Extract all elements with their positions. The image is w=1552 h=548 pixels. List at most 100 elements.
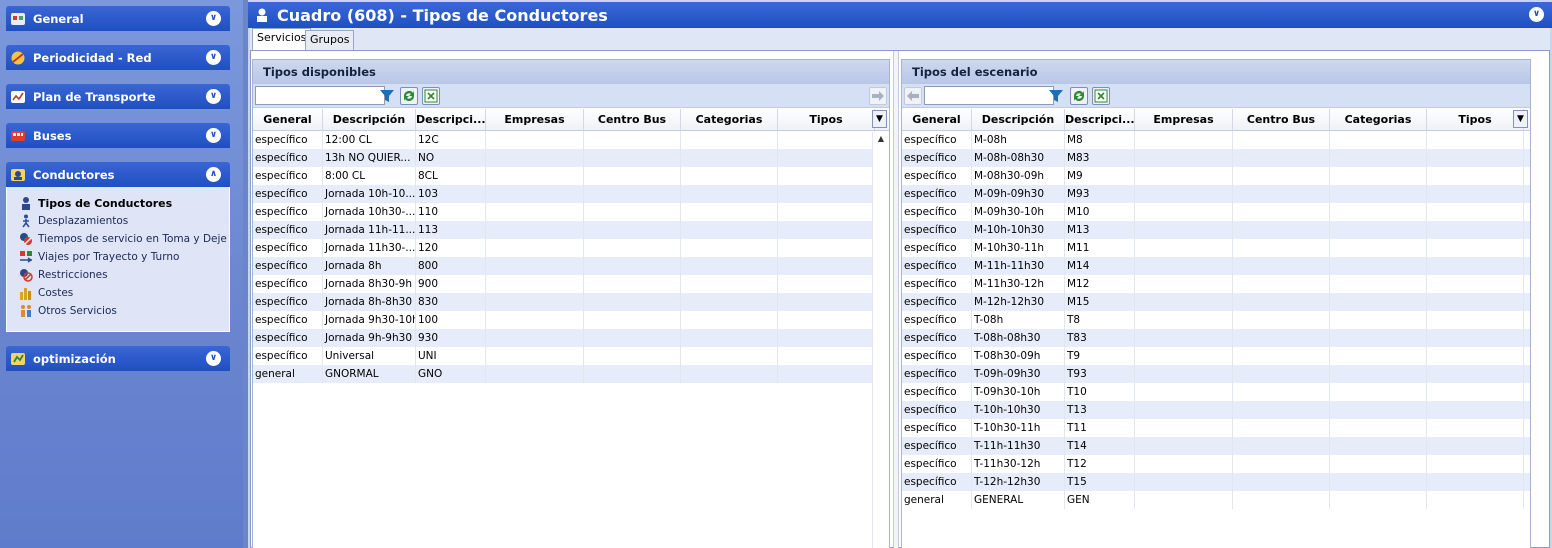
chevron-down-icon[interactable]: ∨ — [206, 50, 221, 65]
sidebar-item-restricciones[interactable]: Restricciones — [7, 266, 229, 284]
sidebar-item-tiempos-servicio[interactable]: Tiempos de servicio en Toma y Deje — [7, 230, 229, 248]
column-header[interactable]: Descripción — [972, 109, 1065, 130]
section-buses[interactable]: Buses ∨ — [6, 123, 230, 148]
table-cell — [1135, 131, 1233, 149]
filter-icon[interactable] — [1048, 88, 1064, 104]
excel-export-button[interactable] — [422, 87, 440, 105]
table-cell — [1233, 383, 1330, 401]
search-input[interactable] — [924, 86, 1054, 105]
filter-icon[interactable] — [379, 88, 395, 104]
table-cell — [778, 275, 875, 293]
table-row[interactable]: general GENERAL GEN — [902, 491, 1530, 509]
column-header[interactable]: Descripci... — [416, 109, 486, 130]
table-cell — [1135, 293, 1233, 311]
table-row[interactable]: específico M-09h30-10h M10 — [902, 203, 1530, 221]
table-row[interactable]: específico M-12h-12h30 M15 — [902, 293, 1530, 311]
table-row[interactable]: específico Jornada 11h-11... 113 — [253, 221, 889, 239]
table-cell: T-08h — [972, 311, 1065, 329]
column-header[interactable]: General — [902, 109, 972, 130]
excel-export-button[interactable] — [1092, 87, 1110, 105]
table-cell — [1233, 473, 1330, 491]
table-row[interactable]: específico Universal UNI — [253, 347, 889, 365]
tab-servicios[interactable]: Servicios — [252, 28, 312, 50]
search-input[interactable] — [255, 86, 385, 105]
chevron-down-icon[interactable]: ∨ — [206, 128, 221, 143]
section-periodicidad[interactable]: Periodicidad - Red ∨ — [6, 45, 230, 70]
column-header[interactable]: Centro Bus — [1233, 109, 1330, 130]
table-row[interactable]: específico T-11h30-12h T12 — [902, 455, 1530, 473]
table-row[interactable]: específico T-10h-10h30 T13 — [902, 401, 1530, 419]
column-header[interactable]: Descripci... — [1065, 109, 1135, 130]
section-general[interactable]: General ∨ — [6, 6, 230, 31]
table-row[interactable]: específico M-09h-09h30 M93 — [902, 185, 1530, 203]
table-row[interactable]: específico 8:00 CL 8CL — [253, 167, 889, 185]
table-row[interactable]: específico 12:00 CL 12C — [253, 131, 889, 149]
table-row[interactable]: específico T-10h30-11h T11 — [902, 419, 1530, 437]
remove-from-scenario-button[interactable] — [904, 87, 922, 105]
vertical-scrollbar[interactable]: ▲ — [872, 132, 889, 548]
chevron-down-icon[interactable]: ∨ — [206, 11, 221, 26]
table-cell: M-10h30-11h — [972, 239, 1065, 257]
table-cell: 900 — [416, 275, 486, 293]
table-row[interactable]: específico Jornada 8h30-9h 900 — [253, 275, 889, 293]
table-row[interactable]: específico M-10h-10h30 M13 — [902, 221, 1530, 239]
chevron-down-icon[interactable]: ∨ — [206, 351, 221, 366]
sidebar-item-costes[interactable]: Costes — [7, 284, 229, 302]
table-row[interactable]: específico T-08h-08h30 T83 — [902, 329, 1530, 347]
table-row[interactable]: específico M-08h M8 — [902, 131, 1530, 149]
column-header[interactable]: Descripción — [323, 109, 416, 130]
refresh-button[interactable] — [1070, 87, 1088, 105]
table-cell — [1427, 437, 1524, 455]
panel-splitter[interactable] — [893, 51, 899, 548]
table-row[interactable]: específico Jornada 10h30-... 110 — [253, 203, 889, 221]
column-menu-button[interactable]: ▼ — [872, 110, 887, 128]
column-header[interactable]: General — [253, 109, 323, 130]
table-row[interactable]: general GNORMAL GNO — [253, 365, 889, 383]
column-header[interactable]: Categorias — [1330, 109, 1427, 130]
table-row[interactable]: específico T-09h30-10h T10 — [902, 383, 1530, 401]
table-row[interactable]: específico M-08h30-09h M9 — [902, 167, 1530, 185]
table-row[interactable]: específico T-08h30-09h T9 — [902, 347, 1530, 365]
table-row[interactable]: específico T-12h-12h30 T15 — [902, 473, 1530, 491]
table-row[interactable]: específico M-11h30-12h M12 — [902, 275, 1530, 293]
section-plan-transporte[interactable]: Plan de Transporte ∨ — [6, 84, 230, 109]
tab-grupos[interactable]: Grupos — [305, 30, 355, 50]
section-optimizacion[interactable]: optimización ∨ — [6, 346, 230, 371]
chevron-down-icon[interactable]: ∨ — [1529, 7, 1544, 22]
table-cell — [1233, 257, 1330, 275]
chevron-down-icon[interactable]: ∨ — [206, 89, 221, 104]
table-cell: T14 — [1065, 437, 1135, 455]
scroll-up-icon[interactable]: ▲ — [873, 132, 889, 146]
table-row[interactable]: específico Jornada 9h30-10h 100 — [253, 311, 889, 329]
add-to-scenario-button[interactable] — [869, 87, 887, 105]
chevron-up-icon[interactable]: ∧ — [206, 167, 221, 182]
column-menu-button[interactable]: ▼ — [1513, 110, 1528, 128]
sidebar-item-viajes[interactable]: Viajes por Trayecto y Turno — [7, 248, 229, 266]
table-row[interactable]: específico Jornada 8h-8h30 830 — [253, 293, 889, 311]
column-header[interactable]: Centro Bus — [584, 109, 681, 130]
table-row[interactable]: específico Jornada 8h 800 — [253, 257, 889, 275]
table-row[interactable]: específico T-11h-11h30 T14 — [902, 437, 1530, 455]
section-conductores[interactable]: Conductores ∧ — [6, 162, 230, 187]
column-header[interactable]: Empresas — [486, 109, 584, 130]
table-row[interactable]: específico 13h NO QUIER... NO — [253, 149, 889, 167]
table-row[interactable]: específico M-11h-11h30 M14 — [902, 257, 1530, 275]
table-row[interactable]: específico M-08h-08h30 M83 — [902, 149, 1530, 167]
column-header[interactable]: Empresas — [1135, 109, 1233, 130]
sidebar-item-otros-servicios[interactable]: Otros Servicios — [7, 302, 229, 320]
column-header[interactable]: Tipos — [778, 109, 875, 130]
table-row[interactable]: específico M-10h30-11h M11 — [902, 239, 1530, 257]
table-row[interactable]: específico Jornada 10h-10... 103 — [253, 185, 889, 203]
refresh-button[interactable] — [400, 87, 418, 105]
other-services-icon — [21, 305, 31, 317]
table-row[interactable]: específico T-09h-09h30 T93 — [902, 365, 1530, 383]
column-header[interactable]: Tipos — [1427, 109, 1524, 130]
sidebar-item-tipos-conductores[interactable]: Tipos de Conductores — [7, 194, 229, 212]
table-row[interactable]: específico Jornada 9h-9h30 930 — [253, 329, 889, 347]
sidebar-item-desplazamientos[interactable]: Desplazamientos — [7, 212, 229, 230]
table-cell — [778, 329, 875, 347]
table-row[interactable]: específico T-08h T8 — [902, 311, 1530, 329]
table-cell — [486, 131, 584, 149]
column-header[interactable]: Categorias — [681, 109, 778, 130]
table-row[interactable]: específico Jornada 11h30-... 120 — [253, 239, 889, 257]
